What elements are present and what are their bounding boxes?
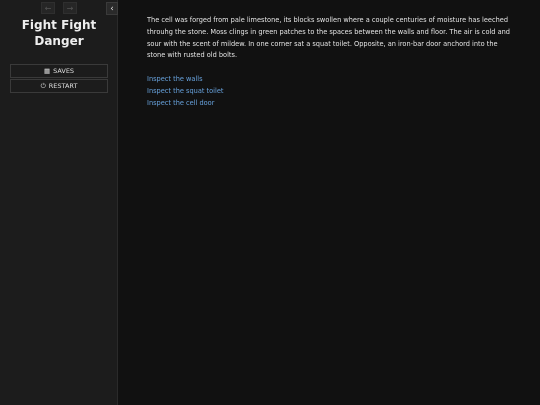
chevron-left-icon: ‹	[110, 4, 114, 14]
arrow-left-icon: ←	[44, 4, 52, 13]
sidebar: ← → ‹ Fight Fight Danger ▦ SAVES ⏻ RESTART	[0, 0, 118, 405]
restart-label: RESTART	[48, 82, 78, 90]
saves-button[interactable]: ▦ SAVES	[10, 64, 108, 78]
link-inspect-toilet[interactable]: Inspect the squat toilet	[147, 86, 515, 98]
link-inspect-walls[interactable]: Inspect the walls	[147, 74, 515, 86]
restart-button[interactable]: ⏻ RESTART	[10, 79, 108, 93]
story-title: Fight Fight Danger	[21, 18, 97, 48]
history-forward-button[interactable]: →	[63, 2, 77, 14]
passage: The cell was forged from pale limestone,…	[147, 15, 515, 109]
saves-label: SAVES	[53, 67, 75, 75]
power-icon: ⏻	[40, 82, 46, 90]
history-back-button[interactable]: ←	[41, 2, 55, 14]
passage-text: The cell was forged from pale limestone,…	[147, 16, 510, 60]
save-icon: ▦	[43, 67, 51, 75]
sidebar-stow-button[interactable]: ‹	[106, 2, 118, 15]
link-inspect-door[interactable]: Inspect the cell door	[147, 98, 515, 110]
arrow-right-icon: →	[66, 4, 74, 13]
